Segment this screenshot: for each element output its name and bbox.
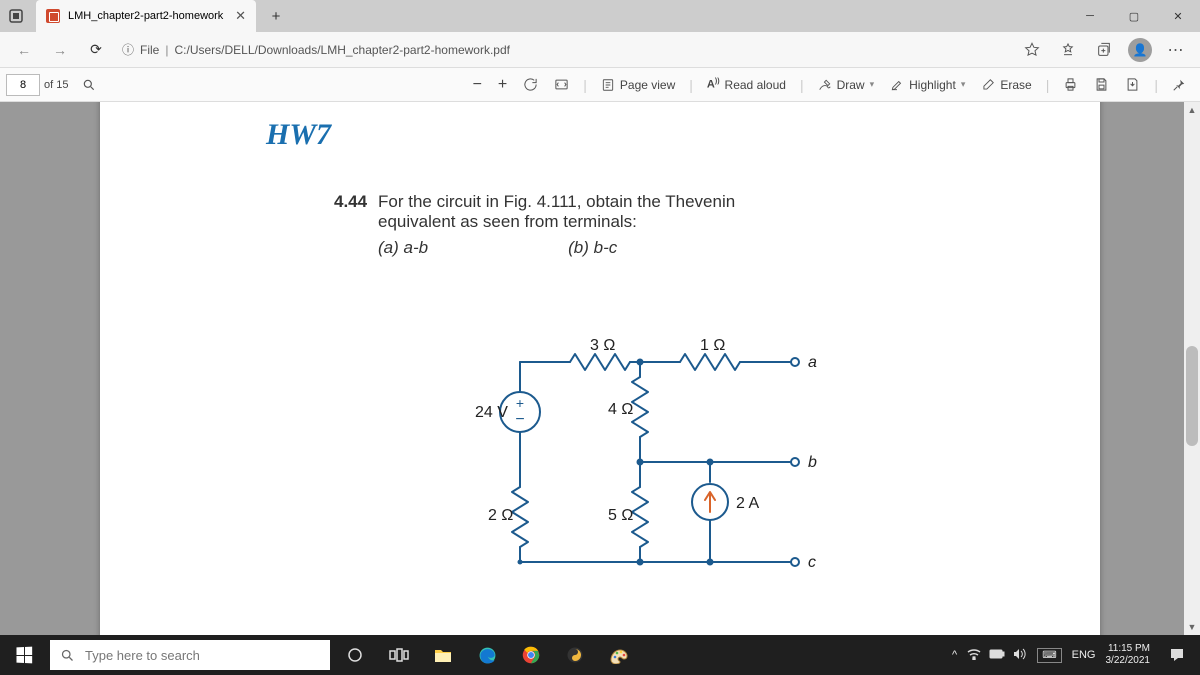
circuit-diagram: + − <box>430 322 860 592</box>
page-view-label: Page view <box>620 78 675 92</box>
favorites-list-icon[interactable] <box>1052 34 1084 66</box>
r5-label: 5 Ω <box>608 507 633 524</box>
chevron-down-icon: ▾ <box>961 79 966 90</box>
start-button[interactable] <box>0 635 48 675</box>
keyboard-layout-icon[interactable]: ⌨ <box>1037 648 1061 663</box>
scroll-thumb[interactable] <box>1186 346 1198 446</box>
notifications-icon[interactable] <box>1160 647 1194 663</box>
taskbar-search[interactable]: Type here to search <box>50 640 330 670</box>
page-search-button[interactable] <box>74 74 104 96</box>
new-tab-button[interactable]: + <box>262 2 290 30</box>
forward-button[interactable]: → <box>44 34 76 66</box>
file-explorer-icon[interactable] <box>422 635 464 675</box>
app-icon[interactable] <box>554 635 596 675</box>
problem-parts: (a) a-b (b) b-c <box>378 238 1054 258</box>
pdf-viewport[interactable]: HW7 4.44 For the circuit in Fig. 4.111, … <box>0 102 1200 635</box>
terminal-a: a <box>808 354 817 371</box>
r2-label: 1 Ω <box>700 337 725 354</box>
taskbar-apps <box>334 635 640 675</box>
profile-button[interactable]: 👤 <box>1124 34 1156 66</box>
rotate-button[interactable] <box>515 73 546 96</box>
browser-addressbar: ← → ⟳ ⓘ File | C:/Users/DELL/Downloads/L… <box>0 32 1200 68</box>
r1-label: 3 Ω <box>590 337 615 354</box>
pdf-toolbar: of 15 − + | Page view | A)) Read aloud |… <box>0 68 1200 102</box>
window-close-button[interactable]: ✕ <box>1156 0 1200 32</box>
zoom-out-button[interactable]: − <box>465 72 490 98</box>
favorite-star-icon[interactable] <box>1016 34 1048 66</box>
refresh-button[interactable]: ⟳ <box>80 34 112 66</box>
pdf-page: HW7 4.44 For the circuit in Fig. 4.111, … <box>100 102 1100 635</box>
terminal-c: c <box>808 554 816 571</box>
problem-block: 4.44 For the circuit in Fig. 4.111, obta… <box>334 192 1054 258</box>
window-titlebar: LMH_chapter2-part2-homework ✕ + ─ ▢ ✕ <box>0 0 1200 32</box>
problem-text: For the circuit in Fig. 4.111, obtain th… <box>378 192 808 232</box>
highlight-button[interactable]: Highlight ▾ <box>882 74 973 96</box>
fit-page-button[interactable] <box>546 73 577 96</box>
chrome-icon[interactable] <box>510 635 552 675</box>
chevron-down-icon: ▾ <box>870 79 875 90</box>
read-aloud-button[interactable]: A)) Read aloud <box>699 74 794 96</box>
windows-logo-icon <box>16 647 32 664</box>
edge-icon[interactable] <box>466 635 508 675</box>
url-separator: | <box>165 43 168 57</box>
cortana-icon[interactable] <box>334 635 376 675</box>
tray-chevron-icon[interactable]: ^ <box>952 649 957 661</box>
draw-button[interactable]: Draw ▾ <box>810 74 883 96</box>
problem-number: 4.44 <box>334 192 378 212</box>
scroll-down-button[interactable]: ▼ <box>1184 619 1200 635</box>
window-maximize-button[interactable]: ▢ <box>1112 0 1156 32</box>
vertical-scrollbar[interactable]: ▲ ▼ <box>1184 102 1200 635</box>
terminal-b: b <box>808 454 817 471</box>
collections-icon[interactable] <box>1088 34 1120 66</box>
svg-text:+: + <box>516 395 524 411</box>
avatar-icon: 👤 <box>1128 38 1152 62</box>
browser-tab[interactable]: LMH_chapter2-part2-homework ✕ <box>36 0 256 32</box>
url-display[interactable]: ⓘ File | C:/Users/DELL/Downloads/LMH_cha… <box>122 41 510 58</box>
zoom-in-button[interactable]: + <box>490 72 515 98</box>
r3-label: 4 Ω <box>608 401 633 418</box>
r4-label: 2 Ω <box>488 507 513 524</box>
read-aloud-label: Read aloud <box>725 78 786 92</box>
highlight-label: Highlight <box>909 78 956 92</box>
browser-app-icon <box>0 0 32 32</box>
language-indicator[interactable]: ENG <box>1072 649 1096 661</box>
erase-button[interactable]: Erase <box>973 74 1039 96</box>
tab-close-button[interactable]: ✕ <box>235 8 246 24</box>
window-minimize-button[interactable]: ─ <box>1068 0 1112 32</box>
tab-title: LMH_chapter2-part2-homework <box>68 10 223 22</box>
save-as-button[interactable] <box>1117 73 1148 96</box>
pdf-file-icon <box>46 9 60 23</box>
print-button[interactable] <box>1055 73 1086 96</box>
vsrc-label: 24 V <box>475 404 508 421</box>
system-tray: ^ ⌨ ENG 11:15 PM 3/22/2021 <box>952 643 1200 667</box>
svg-text:−: − <box>515 411 524 428</box>
draw-label: Draw <box>837 78 865 92</box>
clock[interactable]: 11:15 PM 3/22/2021 <box>1106 643 1151 667</box>
save-button[interactable] <box>1086 73 1117 96</box>
info-icon: ⓘ <box>122 41 134 58</box>
browser-menu-button[interactable]: ⋯ <box>1160 34 1192 66</box>
battery-icon[interactable] <box>989 648 1005 663</box>
pin-toolbar-button[interactable] <box>1164 74 1194 96</box>
date-label: 3/22/2021 <box>1106 655 1151 667</box>
windows-taskbar: Type here to search ^ ⌨ ENG 11:15 PM 3/2… <box>0 635 1200 675</box>
url-path: C:/Users/DELL/Downloads/LMH_chapter2-par… <box>174 43 509 57</box>
url-prefix: File <box>140 43 159 57</box>
wifi-icon[interactable] <box>967 648 981 663</box>
back-button[interactable]: ← <box>8 34 40 66</box>
page-total-label: of 15 <box>44 79 68 91</box>
task-view-icon[interactable] <box>378 635 420 675</box>
time-label: 11:15 PM <box>1106 643 1151 655</box>
isrc-label: 2 A <box>736 495 759 512</box>
page-view-button[interactable]: Page view <box>593 74 683 96</box>
page-number-input[interactable] <box>6 74 40 96</box>
volume-icon[interactable] <box>1013 648 1027 663</box>
search-placeholder: Type here to search <box>85 648 200 663</box>
erase-label: Erase <box>1000 78 1031 92</box>
homework-title: HW7 <box>266 118 1054 152</box>
scroll-up-button[interactable]: ▲ <box>1184 102 1200 118</box>
paint-icon[interactable] <box>598 635 640 675</box>
